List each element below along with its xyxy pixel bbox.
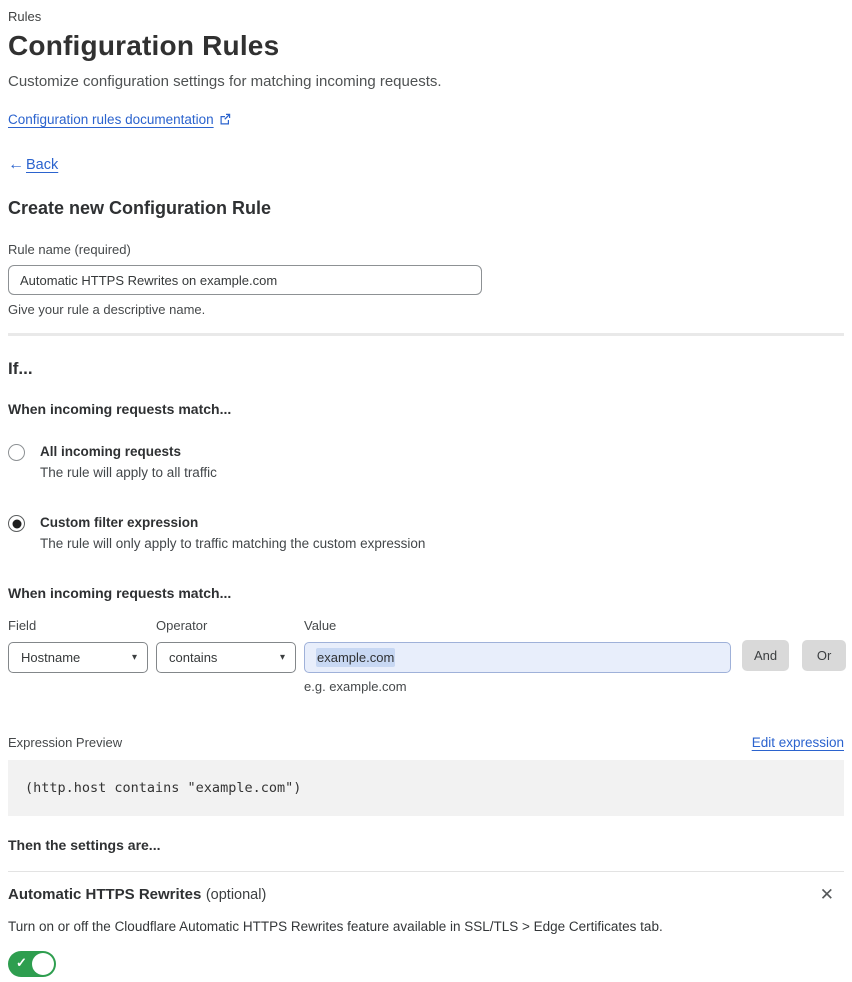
edit-expression-link[interactable]: Edit expression (752, 735, 844, 750)
and-button[interactable]: And (742, 640, 790, 671)
rule-name-input[interactable] (8, 265, 482, 295)
setting-card-automatic-https-rewrites: Automatic HTTPS Rewrites (optional) ✕ Tu… (8, 872, 844, 982)
then-settings-heading: Then the settings are... (8, 837, 161, 853)
radio-option-label: Custom filter expression (40, 515, 199, 530)
back-link[interactable]: Back (26, 157, 58, 173)
setting-optional-tag: (optional) (205, 886, 267, 903)
toggle-knob (32, 953, 54, 975)
match-type-label: When incoming requests match... (8, 401, 232, 417)
radio-button-icon[interactable] (8, 515, 25, 532)
breadcrumb: Rules (8, 9, 42, 24)
page-subtitle: Customize configuration settings for mat… (8, 73, 442, 90)
value-hint: e.g. example.com (304, 679, 407, 694)
field-select[interactable]: Hostname ▾ (8, 642, 148, 673)
value-input-text: example.com (316, 648, 396, 667)
operator-select[interactable]: contains ▾ (156, 642, 296, 673)
if-heading: If... (8, 359, 33, 378)
automatic-https-rewrites-toggle[interactable]: ✓ (8, 951, 56, 977)
radio-option-description: The rule will apply to all traffic (40, 465, 217, 480)
field-select-value: Hostname (21, 650, 81, 665)
page-title: Configuration Rules (8, 30, 280, 61)
value-input[interactable]: example.com (304, 642, 731, 673)
radio-option-label: All incoming requests (40, 444, 182, 459)
close-icon[interactable]: ✕ (816, 884, 838, 905)
setting-description: Turn on or off the Cloudflare Automatic … (8, 919, 663, 934)
setting-title: Automatic HTTPS Rewrites (8, 885, 202, 903)
rule-name-help: Give your rule a descriptive name. (8, 302, 206, 317)
match-type-radio-group: All incoming requests The rule will appl… (8, 443, 844, 551)
or-button[interactable]: Or (802, 640, 847, 671)
expression-code: (http.host contains "example.com") (25, 780, 302, 796)
radio-option-1[interactable]: Custom filter expression The rule will o… (8, 514, 844, 551)
create-rule-heading: Create new Configuration Rule (8, 198, 272, 218)
chevron-down-icon: ▾ (131, 652, 137, 663)
builder-heading: When incoming requests match... (8, 585, 232, 601)
radio-option-0[interactable]: All incoming requests The rule will appl… (8, 443, 844, 480)
external-link-icon (219, 112, 231, 130)
operator-select-value: contains (169, 650, 218, 665)
radio-button-icon[interactable] (8, 444, 25, 461)
field-label: Field (8, 618, 37, 633)
expression-preview-code-block: (http.host contains "example.com") (8, 760, 844, 816)
operator-label: Operator (156, 618, 208, 633)
chevron-down-icon: ▾ (279, 652, 285, 663)
back-arrow-icon: ← (8, 156, 24, 173)
check-icon: ✓ (16, 955, 27, 970)
rule-name-label: Rule name (required) (8, 242, 131, 257)
section-divider (8, 333, 844, 336)
expression-preview-label: Expression Preview (8, 735, 123, 750)
documentation-link[interactable]: Configuration rules documentation (8, 112, 214, 127)
radio-option-description: The rule will only apply to traffic matc… (40, 536, 426, 551)
value-label: Value (304, 618, 337, 633)
